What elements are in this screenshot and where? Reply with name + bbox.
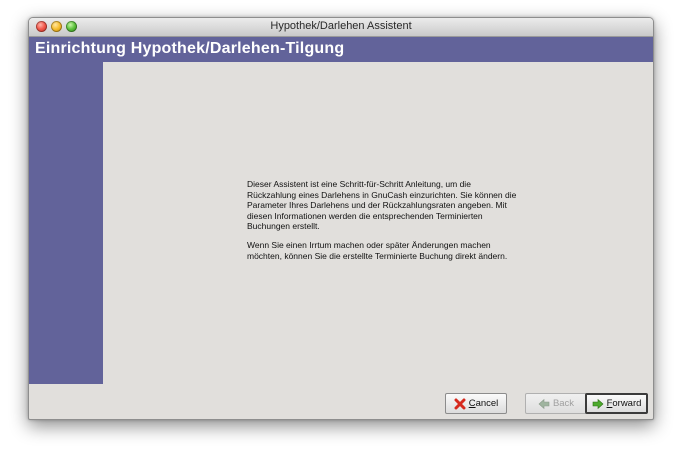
intro-paragraph: Dieser Assistent ist eine Schritt-für-Sc… — [247, 179, 517, 232]
back-arrow-icon — [538, 398, 550, 409]
intro-text: Dieser Assistent ist eine Schritt-für-Sc… — [247, 179, 517, 269]
forward-button[interactable]: Forward — [585, 393, 648, 414]
assistant-window: Hypothek/Darlehen Assistent Einrichtung … — [28, 17, 654, 420]
window-title: Hypothek/Darlehen Assistent — [270, 20, 412, 32]
page-title: Einrichtung Hypothek/Darlehen-Tilgung — [35, 40, 345, 57]
forward-button-label: Forward — [606, 398, 642, 409]
back-button-label: Back — [552, 398, 575, 409]
sidebar-panel — [29, 62, 103, 384]
content-area: Dieser Assistent ist eine Schritt-für-Sc… — [103, 62, 653, 384]
title-bar[interactable]: Hypothek/Darlehen Assistent — [29, 18, 653, 37]
intro-paragraph: Wenn Sie einen Irrtum machen oder später… — [247, 239, 508, 261]
cancel-x-icon — [454, 398, 466, 409]
header-band: Einrichtung Hypothek/Darlehen-Tilgung — [29, 37, 653, 62]
cancel-button-label: Cancel — [468, 398, 499, 409]
back-button[interactable]: Back — [525, 393, 587, 414]
cancel-button[interactable]: Cancel — [445, 393, 507, 414]
forward-arrow-icon — [592, 398, 604, 409]
